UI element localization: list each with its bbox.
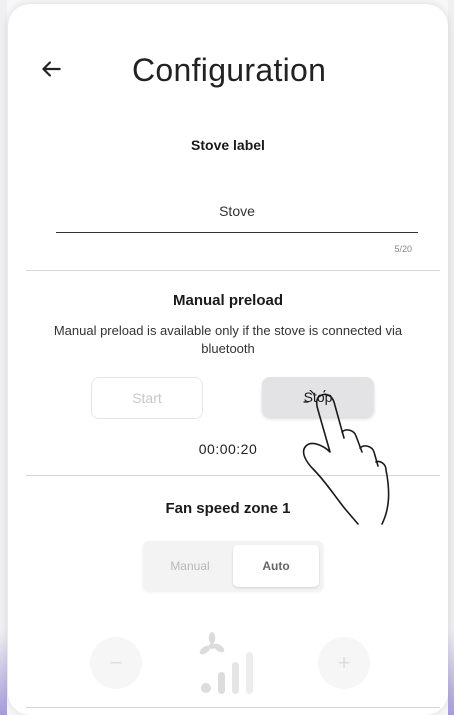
- stove-label-heading: Stove label: [191, 137, 265, 153]
- fan-mode-toggle: Manual Auto: [143, 541, 323, 591]
- fan-icon: [199, 632, 225, 655]
- page-title: Configuration: [132, 52, 327, 88]
- signal-bars-icon: [201, 652, 253, 694]
- mode-manual-option[interactable]: Manual: [147, 545, 233, 587]
- plus-icon[interactable]: +: [318, 637, 370, 689]
- mode-auto-option[interactable]: Auto: [233, 545, 319, 587]
- start-button[interactable]: Start: [91, 377, 203, 419]
- arrow-left-icon[interactable]: [38, 56, 64, 82]
- minus-icon[interactable]: −: [90, 637, 142, 689]
- divider: [26, 270, 440, 271]
- stove-label-input[interactable]: [56, 190, 418, 233]
- manual-preload-hint: Manual preload is available only if the …: [53, 323, 403, 356]
- device-edge-right: [448, 0, 454, 715]
- pointing-hand-icon: [302, 390, 390, 525]
- manual-preload-heading: Manual preload: [172, 292, 284, 309]
- screen-frame: Configuration Stove label 5/20 Manual pr…: [0, 0, 454, 715]
- character-counter: 5/20: [394, 244, 412, 254]
- divider: [26, 707, 440, 708]
- device-edge-left: [0, 0, 7, 715]
- app-screen: Configuration Stove label 5/20 Manual pr…: [8, 4, 448, 715]
- fan-speed-icon: [199, 632, 253, 694]
